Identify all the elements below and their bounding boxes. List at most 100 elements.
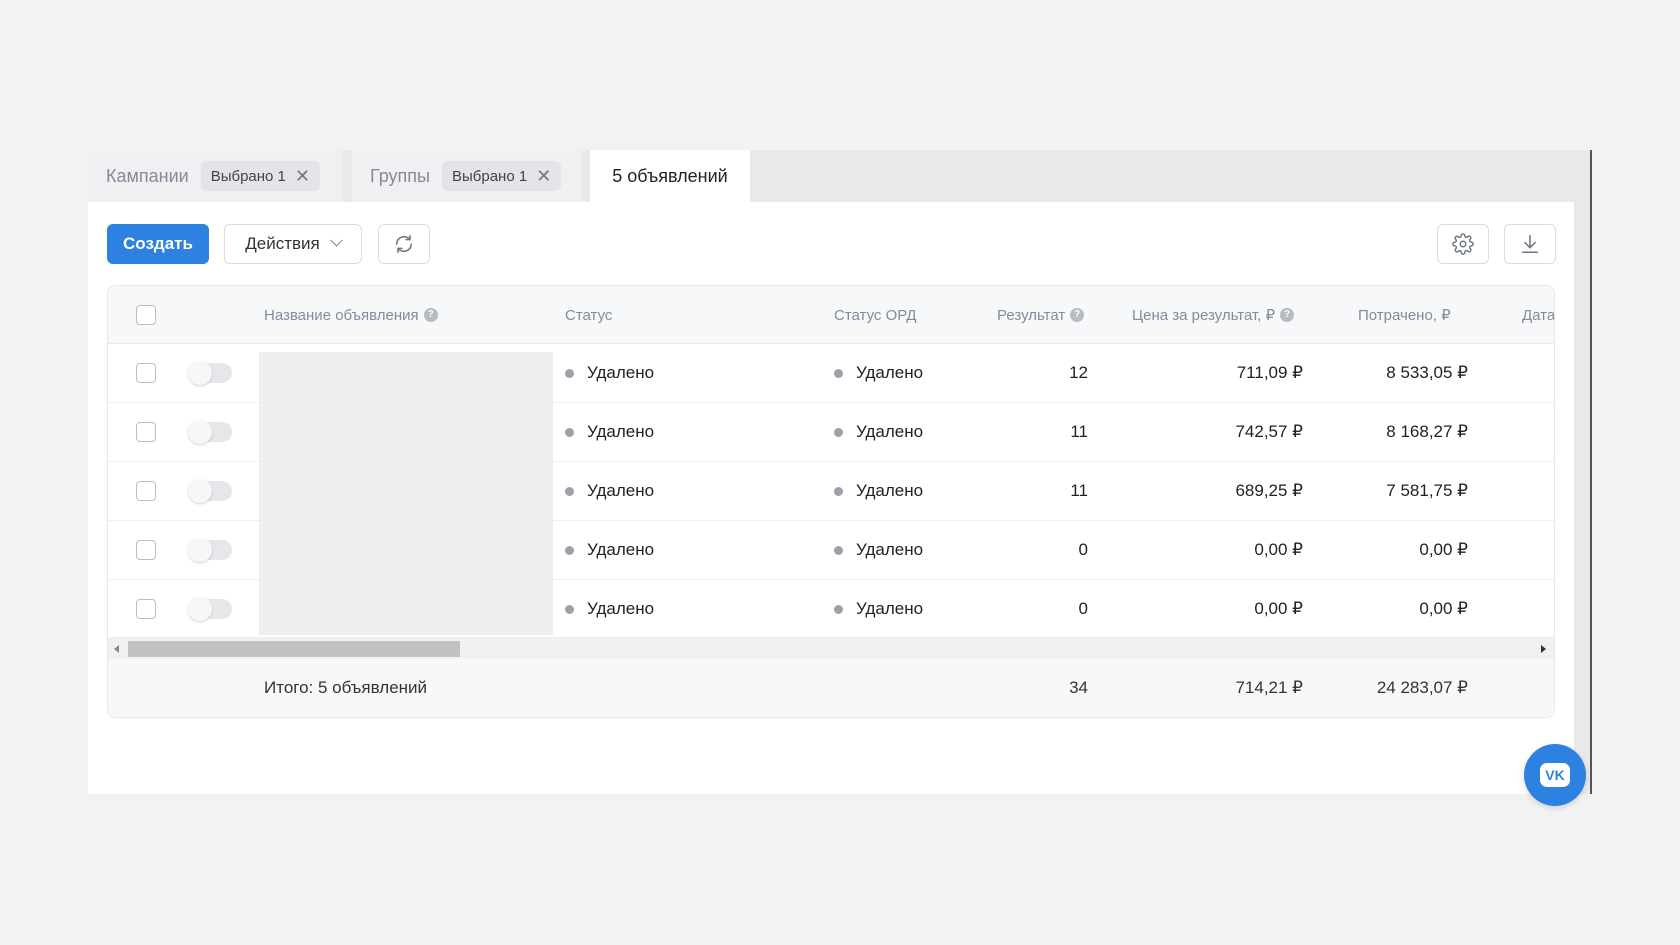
row-checkbox[interactable]	[136, 422, 156, 442]
status-text: Удалено	[587, 422, 655, 441]
vk-support-button[interactable]: VK	[1524, 744, 1586, 806]
select-all-cell	[136, 286, 156, 344]
column-spent[interactable]: Потрачено, ₽	[1358, 286, 1451, 344]
download-button[interactable]	[1504, 224, 1556, 264]
price-cell: 711,09 ₽	[1236, 363, 1303, 382]
status-cell: Удалено	[565, 403, 654, 461]
ord-status-text: Удалено	[856, 422, 924, 441]
spent-cell: 8 533,05 ₽	[1386, 363, 1468, 382]
row-toggle-cell	[188, 462, 232, 520]
ord-status-cell: Удалено	[834, 344, 923, 402]
price-cell: 689,25 ₽	[1235, 481, 1303, 500]
row-toggle-cell	[188, 521, 232, 579]
tab-ads-label: 5 объявлений	[612, 165, 728, 186]
toggle-knob	[188, 361, 212, 385]
table-row[interactable]: Удалено Удалено 11 742,57 ₽ 8 168,27 ₽	[108, 403, 1554, 462]
result-cell: 12	[1069, 363, 1088, 382]
table-row[interactable]: Удалено Удалено 0 0,00 ₽ 0,00 ₽	[108, 580, 1554, 639]
totals-spent: 24 283,07 ₽	[1376, 678, 1468, 697]
refresh-button[interactable]	[378, 224, 430, 264]
table-header: Название объявления ? Статус Статус ОРД …	[108, 286, 1554, 344]
ads-table: Название объявления ? Статус Статус ОРД …	[107, 285, 1555, 718]
ord-status-cell: Удалено	[834, 580, 923, 638]
column-result[interactable]: Результат ?	[997, 286, 1085, 344]
status-cell: Удалено	[565, 580, 654, 638]
toggle-knob	[188, 597, 212, 621]
tab-campaigns[interactable]: Кампании Выбрано 1 ✕	[88, 150, 343, 202]
row-checkbox[interactable]	[136, 599, 156, 619]
table-row[interactable]: Удалено Удалено 11 689,25 ₽ 7 581,75 ₽	[108, 462, 1554, 521]
status-text: Удалено	[587, 363, 655, 382]
groups-selection-chip: Выбрано 1 ✕	[441, 161, 562, 191]
totals-label: Итого: 5 объявлений	[264, 678, 428, 697]
ord-status-cell: Удалено	[834, 462, 923, 520]
row-toggle-cell	[188, 344, 232, 402]
table-row[interactable]: Удалено Удалено 0 0,00 ₽ 0,00 ₽	[108, 521, 1554, 580]
status-dot	[565, 427, 574, 437]
row-checkbox-cell	[136, 462, 156, 520]
row-checkbox[interactable]	[136, 481, 156, 501]
groups-chip-label: Выбрано 1	[451, 167, 528, 185]
column-name-label: Название объявления	[264, 306, 419, 324]
table-row[interactable]: Удалено Удалено 12 711,09 ₽ 8 533,05 ₽	[108, 344, 1554, 403]
ad-toggle[interactable]	[188, 479, 232, 503]
close-icon[interactable]: ✕	[295, 167, 310, 185]
ads-cabinet: Кампании Выбрано 1 ✕ Группы Выбрано 1 ✕ …	[88, 150, 1592, 794]
column-name[interactable]: Название объявления ?	[264, 286, 438, 344]
column-status-label: Статус	[565, 306, 613, 324]
window-edge	[1590, 150, 1592, 794]
row-checkbox[interactable]	[136, 540, 156, 560]
column-price-label: Цена за результат, ₽	[1132, 307, 1276, 324]
ord-status-text: Удалено	[856, 540, 924, 559]
column-result-label: Результат	[997, 306, 1066, 324]
spent-cell: 0,00 ₽	[1419, 540, 1468, 559]
row-toggle-cell	[188, 580, 232, 638]
column-date-label: Дата	[1522, 306, 1555, 324]
horizontal-scrollbar[interactable]	[108, 637, 1554, 659]
scroll-right-arrow-icon[interactable]	[1541, 645, 1546, 653]
price-cell: 742,57 ₽	[1235, 422, 1303, 441]
column-status[interactable]: Статус	[565, 286, 612, 344]
actions-dropdown[interactable]: Действия	[224, 224, 362, 264]
column-spent-label: Потрачено, ₽	[1358, 307, 1451, 324]
column-price[interactable]: Цена за результат, ₽ ?	[1132, 286, 1295, 344]
status-dot	[565, 604, 574, 614]
status-text: Удалено	[587, 599, 655, 618]
price-cell: 0,00 ₽	[1254, 599, 1303, 618]
scroll-left-arrow-icon[interactable]	[114, 645, 119, 653]
ad-toggle[interactable]	[188, 538, 232, 562]
status-dot	[834, 427, 843, 437]
tab-ads[interactable]: 5 объявлений	[590, 150, 750, 202]
help-icon[interactable]: ?	[1070, 308, 1085, 322]
result-cell: 11	[1070, 481, 1088, 500]
status-dot	[834, 486, 843, 496]
column-date[interactable]: Дата	[1522, 286, 1555, 344]
ad-toggle[interactable]	[188, 361, 232, 385]
row-checkbox[interactable]	[136, 363, 156, 383]
scrollbar-thumb[interactable]	[128, 641, 460, 657]
status-dot	[834, 368, 843, 378]
status-dot	[565, 486, 574, 496]
download-icon	[1521, 234, 1539, 254]
status-dot	[565, 545, 574, 555]
row-checkbox-cell	[136, 521, 156, 579]
tab-groups[interactable]: Группы Выбрано 1 ✕	[352, 150, 582, 202]
help-icon[interactable]: ?	[1280, 308, 1295, 322]
help-icon[interactable]: ?	[423, 308, 438, 322]
ord-status-cell: Удалено	[834, 521, 923, 579]
vk-logo-icon: VK	[1540, 763, 1570, 787]
column-ord-status[interactable]: Статус ОРД	[834, 286, 916, 344]
result-cell: 11	[1070, 422, 1088, 441]
spent-cell: 8 168,27 ₽	[1386, 422, 1468, 441]
create-button[interactable]: Создать	[107, 224, 209, 264]
campaigns-chip-label: Выбрано 1	[210, 167, 286, 185]
ad-toggle[interactable]	[188, 597, 232, 621]
table-totals: Итого: 5 объявлений 34 714,21 ₽ 24 283,0…	[108, 659, 1554, 717]
toggle-knob	[188, 538, 212, 562]
row-checkbox-cell	[136, 580, 156, 638]
settings-button[interactable]	[1437, 224, 1489, 264]
ad-toggle[interactable]	[188, 420, 232, 444]
ord-status-cell: Удалено	[834, 403, 923, 461]
select-all-checkbox[interactable]	[136, 305, 156, 325]
close-icon[interactable]: ✕	[536, 167, 551, 185]
